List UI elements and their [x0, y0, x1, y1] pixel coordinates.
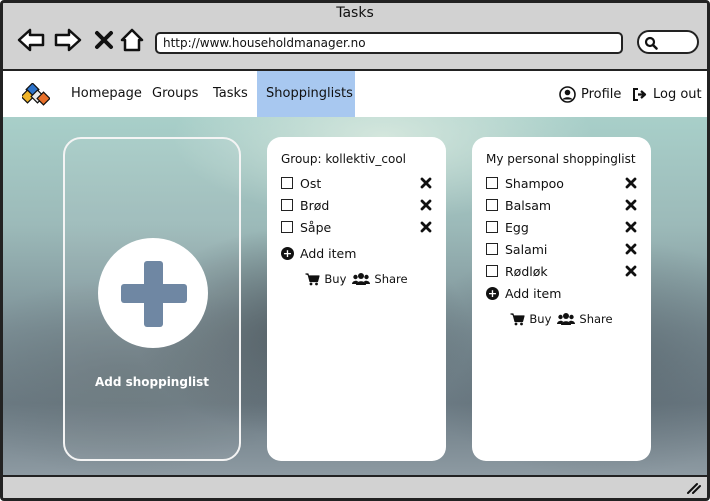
- list-item: Shampoo: [486, 172, 637, 194]
- logout-link[interactable]: Log out: [632, 71, 702, 117]
- add-shoppinglist-label: Add shoppinglist: [94, 375, 210, 389]
- user-circle-icon: [559, 85, 576, 103]
- list-item: Balsam: [486, 194, 637, 216]
- list-item: Salami: [486, 238, 637, 260]
- item-label: Rødløk: [505, 263, 548, 279]
- address-bar[interactable]: http://www.householdmanager.no: [155, 32, 623, 54]
- share-label: Share: [374, 272, 408, 286]
- card-title: My personal shoppinglist: [486, 152, 636, 166]
- list-item: Rødløk: [486, 260, 637, 282]
- buy-button[interactable]: Buy: [305, 272, 346, 286]
- logout-icon: [633, 87, 647, 101]
- buy-button[interactable]: Buy: [510, 312, 551, 326]
- status-bar: [3, 475, 707, 498]
- card-actions: Buy Share: [281, 272, 432, 286]
- buy-label: Buy: [324, 272, 347, 286]
- users-icon: [352, 273, 371, 285]
- item-label: Såpe: [300, 219, 332, 235]
- item-label: Ost: [300, 175, 322, 191]
- list-item: Ost: [281, 172, 432, 194]
- share-button[interactable]: Share: [352, 272, 408, 286]
- checkbox[interactable]: [486, 199, 498, 211]
- share-button[interactable]: Share: [557, 312, 613, 326]
- nav-groups[interactable]: Groups: [143, 71, 207, 117]
- main-content: Add shoppinglist Group: kollektiv_cool O…: [3, 117, 707, 475]
- forward-arrow-icon[interactable]: [53, 25, 83, 55]
- checkbox[interactable]: [486, 243, 498, 255]
- add-item-button[interactable]: + Add item: [281, 242, 432, 264]
- checkbox[interactable]: [281, 199, 293, 211]
- browser-window: Tasks http://www.householdmanager.no Hom…: [0, 0, 710, 501]
- plus-icon: [121, 261, 187, 327]
- item-label: Shampoo: [505, 175, 564, 191]
- profile-label: Profile: [581, 86, 622, 102]
- add-item-label: Add item: [505, 285, 562, 301]
- cart-icon: [305, 272, 321, 285]
- resize-grip-icon[interactable]: [685, 481, 701, 495]
- list-item: Egg: [486, 216, 637, 238]
- nav-shoppinglists[interactable]: Shoppinglists: [257, 71, 355, 117]
- add-circle[interactable]: [98, 238, 208, 348]
- delete-x-icon[interactable]: [420, 199, 432, 211]
- stop-icon[interactable]: [89, 25, 119, 55]
- plus-circle-icon: +: [486, 286, 499, 300]
- delete-x-icon[interactable]: [625, 265, 637, 277]
- share-label: Share: [579, 312, 613, 326]
- browser-search-field[interactable]: [637, 30, 699, 54]
- users-icon: [557, 313, 576, 325]
- window-title: Tasks: [336, 5, 374, 21]
- delete-x-icon[interactable]: [420, 221, 432, 233]
- checkbox[interactable]: [486, 265, 498, 277]
- checkbox[interactable]: [281, 177, 293, 189]
- add-shoppinglist-card[interactable]: Add shoppinglist: [63, 137, 241, 461]
- home-icon[interactable]: [117, 25, 147, 55]
- item-label: Egg: [505, 219, 529, 235]
- item-label: Balsam: [505, 197, 552, 213]
- personal-shoppinglist-card: My personal shoppinglist Shampoo Balsam …: [472, 137, 651, 461]
- nav-homepage[interactable]: Homepage: [62, 71, 151, 117]
- checkbox[interactable]: [281, 221, 293, 233]
- nav-tasks[interactable]: Tasks: [204, 71, 257, 117]
- delete-x-icon[interactable]: [420, 177, 432, 189]
- list-item: Såpe: [281, 216, 432, 238]
- checkbox[interactable]: [486, 177, 498, 189]
- cart-icon: [510, 312, 526, 325]
- item-label: Salami: [505, 241, 548, 257]
- search-icon: [644, 36, 658, 50]
- profile-link[interactable]: Profile: [559, 71, 621, 117]
- plus-circle-icon: +: [281, 246, 294, 260]
- checkbox[interactable]: [486, 221, 498, 233]
- add-item-label: Add item: [300, 245, 357, 261]
- browser-titlebar: Tasks http://www.householdmanager.no: [3, 3, 707, 71]
- delete-x-icon[interactable]: [625, 221, 637, 233]
- delete-x-icon[interactable]: [625, 243, 637, 255]
- logo-icon[interactable]: [20, 82, 51, 109]
- buy-label: Buy: [529, 312, 552, 326]
- group-shoppinglist-card: Group: kollektiv_cool Ost Brød Såpe + Ad…: [267, 137, 446, 461]
- card-title: Group: kollektiv_cool: [281, 152, 407, 166]
- logout-label: Log out: [653, 86, 702, 102]
- delete-x-icon[interactable]: [625, 177, 637, 189]
- app-navbar: Homepage Groups Tasks Shoppinglists Prof…: [3, 71, 707, 119]
- add-item-button[interactable]: + Add item: [486, 282, 637, 304]
- card-actions: Buy Share: [486, 312, 637, 326]
- list-item: Brød: [281, 194, 432, 216]
- item-label: Brød: [300, 197, 330, 213]
- back-arrow-icon[interactable]: [16, 25, 46, 55]
- delete-x-icon[interactable]: [625, 199, 637, 211]
